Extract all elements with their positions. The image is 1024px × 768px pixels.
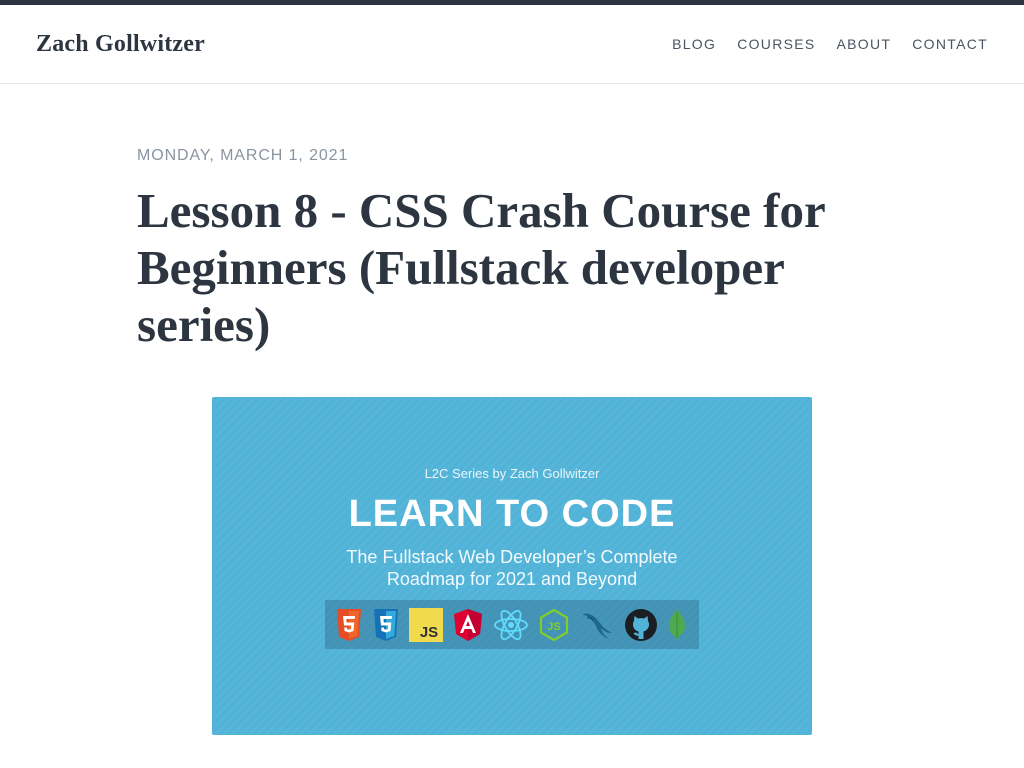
hero-subtitle-line-2: Roadmap for 2021 and Beyond xyxy=(386,569,638,589)
hero-image: L2C Series by Zach Gollwitzer LEARN TO C… xyxy=(212,397,812,735)
post-title: Lesson 8 - CSS Crash Course for Beginner… xyxy=(137,183,825,352)
svg-text:JS: JS xyxy=(547,621,560,633)
react-icon xyxy=(494,609,528,640)
svg-text:JS: JS xyxy=(420,624,438,641)
html5-icon xyxy=(337,608,362,641)
angular-icon xyxy=(454,608,483,641)
javascript-icon: JS xyxy=(409,607,444,642)
nav-contact-link[interactable]: CONTACT xyxy=(912,36,988,52)
hero-subtitle-line-1: The Fullstack Web Developer’s Complete xyxy=(346,547,678,567)
post-date: MONDAY, MARCH 1, 2021 xyxy=(137,147,349,164)
hero-subtitle: The Fullstack Web Developer’s Complete R… xyxy=(346,546,677,590)
tech-logo-strip: JS JS xyxy=(325,600,699,649)
mongodb-icon xyxy=(669,608,686,641)
hero-heading: LEARN TO CODE xyxy=(348,493,676,535)
post-content: MONDAY, MARCH 1, 2021 Lesson 8 - CSS Cra… xyxy=(0,147,1024,735)
site-title-link[interactable]: Zach Gollwitzer xyxy=(36,31,205,58)
github-icon xyxy=(624,608,657,641)
nodejs-icon: JS xyxy=(539,608,568,641)
main-nav: BLOG COURSES ABOUT CONTACT xyxy=(651,36,988,52)
mysql-icon xyxy=(581,612,612,639)
site-header: Zach Gollwitzer BLOG COURSES ABOUT CONTA… xyxy=(0,5,1024,84)
nav-courses-link[interactable]: COURSES xyxy=(737,36,815,52)
nav-blog-link[interactable]: BLOG xyxy=(672,36,716,52)
hero-byline: L2C Series by Zach Gollwitzer xyxy=(424,466,600,481)
css3-icon xyxy=(374,608,399,641)
nav-about-link[interactable]: ABOUT xyxy=(837,36,892,52)
